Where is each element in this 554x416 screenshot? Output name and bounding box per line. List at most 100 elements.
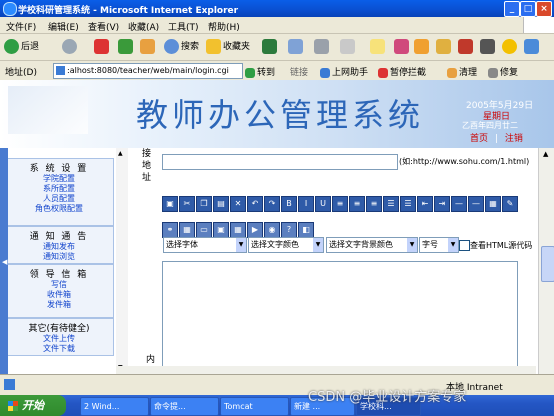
horizontal-scrollbar[interactable] [116,366,536,374]
menu-view[interactable]: 查看(V) [88,20,119,33]
toolbar-ext3-button[interactable] [436,38,453,56]
sidebar-item-download[interactable]: 文件下载 [5,344,113,354]
editor-unordered-list-icon[interactable]: ☰ [400,196,416,212]
editor-outdent-icon[interactable]: ⇤ [417,196,433,212]
taskbar-item-tomcat[interactable]: Tomcat [220,397,289,416]
page-scrollbar[interactable]: ▲ [538,148,554,374]
editor-line-icon[interactable]: — [468,196,484,212]
back-button[interactable]: 后退 [4,38,39,56]
forward-button[interactable] [62,38,79,56]
menu-help[interactable]: 帮助(H) [208,20,240,33]
toolbar-ext1-button[interactable] [394,38,411,56]
editor-bold-icon[interactable]: B [281,196,297,212]
editor-delete-icon[interactable]: ✕ [230,196,246,212]
print-button[interactable] [314,38,331,56]
sidebar-item-upload[interactable]: 文件上传 [5,334,113,344]
editor-image-icon[interactable]: ▦ [485,196,501,212]
links-label[interactable]: 链接 [290,65,308,78]
text-bg-select-value: 选择文字背景颜色 [329,240,393,249]
editor-copy-icon[interactable]: ❐ [196,196,212,212]
mail-button[interactable] [288,38,305,56]
editor-align-right-icon[interactable]: ≡ [366,196,382,212]
text-color-select[interactable]: 选择文字颜色 ▼ [248,237,324,253]
page-icon [56,66,65,75]
editor-indent-icon[interactable]: ⇥ [434,196,450,212]
editor-underline-icon[interactable]: U [315,196,331,212]
toolbar-block[interactable]: 暂停拦截 [378,65,426,78]
editor-italic-icon[interactable]: I [298,196,314,212]
refresh-button[interactable] [118,38,135,56]
inner-scrollbar[interactable]: ▲ ▼ [116,148,128,374]
editor-picture-icon[interactable]: ▣ [213,222,229,238]
toolbar-ext2-button[interactable] [414,38,431,56]
editor-paste-icon[interactable]: ▤ [213,196,229,212]
editor-hr-icon[interactable]: — [451,196,467,212]
chevron-down-icon: ▼ [236,238,246,252]
clean-label: 清理 [459,68,478,78]
search-button[interactable]: 搜索 [164,38,199,56]
go-button[interactable]: 转到 [245,65,275,78]
sidebar-collapse-strip[interactable]: ◀ [0,148,8,374]
maximize-button[interactable]: □ [520,1,536,17]
editor-table-icon[interactable]: ▦ [179,222,195,238]
editor-cut-icon[interactable]: ✂ [179,196,195,212]
sidebar-item-roles[interactable]: 角色权限配置 [5,204,113,214]
editor-pen-icon[interactable]: ✎ [502,196,518,212]
editor-preview-icon[interactable]: ◧ [298,222,314,238]
view-html-checkbox[interactable] [459,240,470,251]
sidebar-item-inbox[interactable]: 收件箱 [5,290,113,300]
sidebar-item-write[interactable]: 写信 [5,280,113,290]
sidebar-item-college[interactable]: 学院配置 [5,174,113,184]
editor-redo-icon[interactable]: ↷ [264,196,280,212]
start-button[interactable]: 开始 [0,395,66,416]
sidebar-item-notice-browse[interactable]: 通知浏览 [5,252,113,262]
windows-flag-icon [8,401,18,411]
toolbar-ext5-button[interactable] [480,38,497,56]
favorites-button[interactable]: 收藏夹 [206,38,250,56]
menu-edit[interactable]: 编辑(E) [48,20,79,33]
address-input[interactable]: :alhost:8080/teacher/web/main/login.cgi [53,63,243,79]
toolbar-repair[interactable]: 修复 [488,65,518,78]
toolbar-ext7-button[interactable] [524,38,541,56]
stop-button[interactable] [94,38,111,56]
editor-align-center-icon[interactable]: ≡ [349,196,365,212]
home-link[interactable]: 首页 [470,134,488,144]
toolbar-helper[interactable]: 上网助手 [320,65,368,78]
close-button[interactable]: × [536,1,552,17]
menu-tools[interactable]: 工具(T) [168,20,199,33]
toolbar-note-button[interactable] [370,38,387,56]
taskbar-item-windows[interactable]: 2 Wind... [80,397,149,416]
logout-link[interactable]: 注销 [505,134,523,144]
sidebar-item-staff[interactable]: 人员配置 [5,194,113,204]
history-button[interactable] [262,38,279,56]
menu-file[interactable]: 文件(F) [6,20,36,33]
menu-favorites[interactable]: 收藏(A) [128,20,159,33]
scrollbar-thumb[interactable] [541,246,554,282]
minimize-button[interactable]: _ [504,1,520,17]
sidebar-item-outbox[interactable]: 发件箱 [5,300,113,310]
editor-flash-icon[interactable]: ◉ [264,222,280,238]
editor-frame-icon[interactable]: ▭ [196,222,212,238]
font-size-select[interactable]: 字号 ▼ [419,237,459,253]
note-icon [370,39,385,54]
sidebar-item-department[interactable]: 系所配置 [5,184,113,194]
font-select[interactable]: 选择字体 ▼ [163,237,247,253]
editor-link-icon[interactable]: ⚭ [162,222,178,238]
edit-button[interactable] [340,38,357,56]
sidebar-item-notice-publish[interactable]: 通知发布 [5,242,113,252]
editor-grid-icon[interactable]: ▦ [230,222,246,238]
text-bg-select[interactable]: 选择文字背景颜色 ▼ [326,237,418,253]
taskbar-item-cmd[interactable]: 命令提... [150,397,219,416]
editor-help-icon[interactable]: ? [281,222,297,238]
editor-media-icon[interactable]: ▶ [247,222,263,238]
editor-save-icon[interactable]: ▣ [162,196,178,212]
link-url-input[interactable] [162,154,398,170]
home-button[interactable] [140,38,157,56]
editor-align-left-icon[interactable]: ≡ [332,196,348,212]
content-editor[interactable] [162,261,518,376]
toolbar-ext4-button[interactable] [458,38,475,56]
toolbar-ext6-button[interactable] [502,38,519,56]
toolbar-clean[interactable]: 清理 [447,65,477,78]
editor-undo-icon[interactable]: ↶ [247,196,263,212]
editor-ordered-list-icon[interactable]: ☰ [383,196,399,212]
